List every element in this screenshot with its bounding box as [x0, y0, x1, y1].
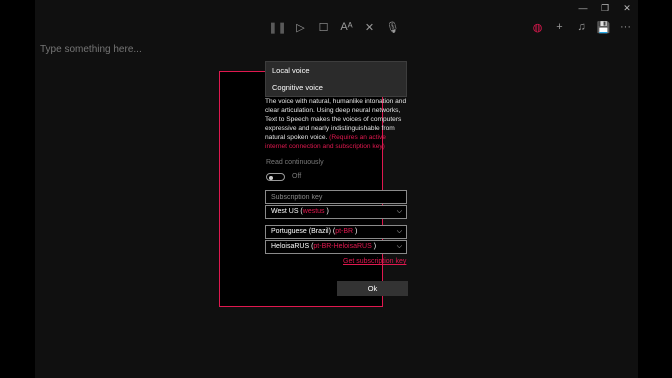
close-icon[interactable]: ✕	[359, 17, 380, 37]
read-continuously-toggle[interactable]	[266, 173, 285, 181]
pause-icon[interactable]: ❚❚	[267, 17, 288, 37]
language-name: Portuguese (Brazil) (	[271, 228, 336, 235]
chevron-down-icon: ⌵	[396, 228, 402, 235]
menu-item-local-voice[interactable]: Local voice	[266, 62, 406, 79]
voice-code: pt-BR-HeloisaRUS	[313, 243, 372, 250]
play-icon[interactable]: ▷	[290, 17, 311, 37]
text-editor[interactable]	[40, 44, 600, 55]
close-window-button[interactable]: ✕	[616, 0, 638, 16]
minimize-button[interactable]: —	[572, 0, 594, 16]
voice-description: The voice with natural, humanlike intona…	[265, 97, 407, 151]
region-code: westus	[302, 208, 325, 215]
get-subscription-key-link[interactable]: Get subscription key	[343, 258, 406, 265]
voice-select[interactable]: HeloisaRUS (pt-BR-HeloisaRUS ) ⌵	[265, 240, 407, 254]
read-continuously-label: Read continuously	[266, 159, 324, 166]
playback-toolbar: ❚❚ ▷ ☐ Aᴬ ✕ 🎙	[267, 17, 403, 37]
microphone-icon[interactable]: 🎙	[382, 17, 403, 37]
stop-icon[interactable]: ☐	[313, 17, 334, 37]
voice-name: HeloisaRUS (	[271, 243, 314, 250]
restore-button[interactable]: ❐	[594, 0, 616, 16]
language-select[interactable]: Portuguese (Brazil) (pt-BR ) ⌵	[265, 225, 407, 239]
save-icon[interactable]: 💾	[593, 17, 614, 37]
region-select[interactable]: West US (westus ) ⌵	[265, 205, 407, 219]
menu-item-cognitive-voice[interactable]: Cognitive voice	[266, 79, 406, 96]
chevron-down-icon: ⌵	[396, 243, 402, 250]
music-note-icon[interactable]: ♫	[571, 17, 592, 37]
title-bar: — ❐ ✕	[572, 0, 638, 16]
region-close: )	[324, 208, 329, 215]
more-icon[interactable]: ···	[615, 17, 636, 37]
voice-close: )	[371, 243, 377, 250]
add-icon[interactable]: +	[549, 17, 570, 37]
chevron-down-icon: ⌵	[396, 208, 402, 215]
voice-type-menu: Local voice Cognitive voice	[265, 61, 407, 97]
globe-icon[interactable]: ◍	[527, 17, 548, 37]
toggle-knob	[269, 175, 273, 180]
actions-toolbar: ◍ + ♫ 💾 ···	[527, 17, 636, 37]
text-format-icon[interactable]: Aᴬ	[336, 17, 357, 37]
language-code: pt-BR	[335, 228, 354, 235]
language-close: )	[353, 228, 358, 235]
toggle-state-label: Off	[292, 173, 302, 180]
region-name: West US (	[271, 208, 303, 215]
subscription-key-input[interactable]	[265, 190, 407, 204]
ok-button[interactable]: Ok	[337, 281, 408, 296]
